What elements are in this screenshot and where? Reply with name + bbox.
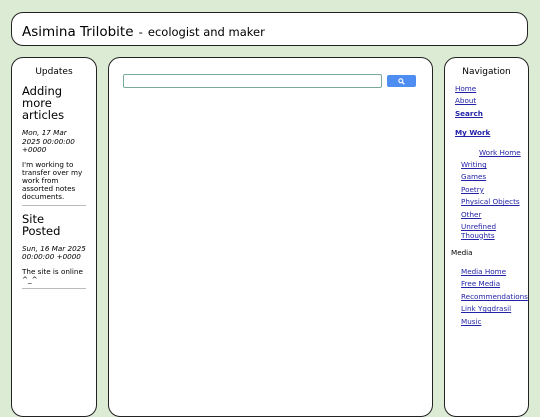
nav-link-other[interactable]: Other: [461, 209, 528, 221]
nav-link-games[interactable]: Games: [461, 171, 528, 183]
search-input[interactable]: [123, 74, 382, 88]
updates-heading: Updates: [35, 67, 73, 77]
nav-link-about[interactable]: About: [455, 95, 528, 107]
updates-panel: Updates Adding more articles Mon, 17 Mar…: [11, 57, 97, 417]
title-separator: -: [138, 25, 143, 39]
update-post-date: Mon, 17 Mar 2025 00:00:00 +0000: [22, 128, 75, 154]
nav-link-music[interactable]: Music: [461, 316, 528, 328]
site-header: Asimina Trilobite - ecologist and maker: [11, 12, 528, 46]
search-icon: [398, 77, 405, 85]
nav-link-free-media[interactable]: Free Media: [461, 278, 528, 290]
update-post-body: The site is online ^_^: [22, 266, 83, 284]
update-post: Site Posted Sun, 16 Mar 2025 00:00:00 +0…: [22, 213, 86, 289]
nav-link-poetry[interactable]: Poetry: [461, 184, 528, 196]
update-post-body: I'm working to transfer over my work fro…: [22, 159, 83, 201]
nav-link-home[interactable]: Home: [455, 83, 528, 95]
update-post: Adding more articles Mon, 17 Mar 2025 00…: [22, 85, 86, 206]
media-heading: Media: [451, 248, 473, 258]
nav-link-link-yggdrasil[interactable]: Link Yggdrasil: [461, 303, 528, 315]
navigation-panel: Navigation Home About Search My Work Wor…: [444, 57, 529, 417]
navigation-heading: Navigation: [462, 67, 511, 77]
nav-link-my-work[interactable]: My Work: [455, 127, 528, 139]
nav-link-media-home[interactable]: Media Home: [461, 266, 528, 278]
update-post-title: Adding more articles: [22, 84, 65, 122]
site-title: Asimina Trilobite - ecologist and maker: [22, 21, 265, 40]
nav-link-recommendations[interactable]: Recommendations: [461, 291, 528, 303]
main-content: [108, 57, 433, 417]
nav-link-work-home[interactable]: Work Home: [479, 147, 528, 159]
nav-link-unrefined-thoughts[interactable]: Unrefined Thoughts: [461, 222, 507, 240]
nav-link-search[interactable]: Search: [455, 108, 528, 120]
update-post-title: Site Posted: [22, 211, 61, 238]
site-name: Asimina Trilobite: [22, 24, 134, 40]
nav-link-physical-objects[interactable]: Physical Objects: [461, 196, 528, 208]
site-tagline: ecologist and maker: [147, 25, 265, 39]
nav-link-writing[interactable]: Writing: [461, 159, 528, 171]
search-button[interactable]: [387, 75, 416, 87]
update-post-date: Sun, 16 Mar 2025 00:00:00 +0000: [22, 243, 86, 261]
